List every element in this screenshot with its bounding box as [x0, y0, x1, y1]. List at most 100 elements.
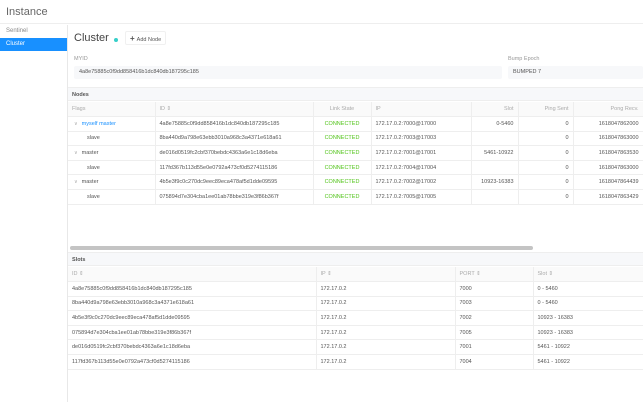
chevron-down-icon[interactable]: ∨: [74, 150, 78, 156]
status-dot-icon: [114, 38, 118, 42]
cell-pong-recv: 1618047863000: [573, 131, 643, 147]
cell-ip: 172.17.0.2: [316, 281, 456, 297]
sidebar-item-cluster[interactable]: Cluster: [0, 38, 67, 51]
cell-ip: 172.17.0.2:7001@17001: [371, 145, 472, 161]
nodes-section-title: Nodes: [68, 87, 643, 101]
cell-slot: [471, 160, 519, 176]
cell-slot: 10923-16383: [471, 174, 519, 191]
cell-port: 7003: [455, 296, 534, 312]
cell-id: 117fd367b113d55e0e0792a473cf0d5274115186: [155, 160, 314, 176]
cell-pong-recv: 1618047863429: [573, 189, 643, 205]
col-link-state: Link State: [313, 102, 372, 118]
myid-field[interactable]: 4a8e75885c0f9dd858416b1dc840db187295c185: [74, 66, 502, 79]
bump-epoch-button[interactable]: BUMPED 7: [508, 66, 643, 79]
cell-pong-recv: 1618047862000: [573, 116, 643, 132]
table-row[interactable]: slave 8ba440d9a798e63ebb3010a968c3a4371e…: [68, 131, 643, 147]
cell-ip: 172.17.0.2:7003@17003: [371, 131, 472, 147]
cell-ip: 172.17.0.2: [316, 354, 456, 370]
cell-slot: 0 - 5460: [533, 296, 643, 312]
col-pong-recv: Pong Recv.: [573, 102, 643, 118]
cell-id: 4a8e75885c0f9dd858416b1dc840db187295c185: [155, 116, 314, 132]
cell-flags: slave: [68, 160, 156, 176]
cell-slot: 0 - 5460: [533, 281, 643, 297]
col-flags: Flags: [68, 102, 156, 118]
cell-slot: 5461 - 10922: [533, 354, 643, 370]
cell-ip: 172.17.0.2: [316, 325, 456, 341]
table-row[interactable]: ∨ myself master 4a8e75885c0f9dd858416b1dc…: [68, 116, 643, 132]
cell-ping-sent: 0: [518, 131, 574, 147]
cell-port: 7005: [455, 325, 534, 341]
col-slot: Slot: [471, 102, 519, 118]
cell-ip: 172.17.0.2:7005@17005: [371, 189, 472, 205]
myid-label: MYID: [74, 56, 88, 62]
cell-link-state: CONNECTED: [313, 131, 372, 147]
cell-flags[interactable]: ∨ myself master: [68, 116, 156, 132]
sort-icon[interactable]: ⇕: [327, 271, 332, 277]
cell-slot: 5461-10922: [471, 145, 519, 161]
app-header: Instance: [0, 0, 643, 24]
cell-pong-recv: 1618047864439: [573, 174, 643, 191]
cell-port: 7001: [455, 339, 534, 356]
table-row: de016d0519fc2cbf370bebdc4363a6e1c18d6eba…: [68, 339, 643, 356]
table-row: 8ba440d9a798e63ebb3010a968c3a4371e618a61…: [68, 296, 643, 312]
cell-slot: [471, 131, 519, 147]
bump-epoch-label: Bump Epoch: [508, 56, 540, 62]
cell-link-state: CONNECTED: [313, 116, 372, 132]
table-row[interactable]: slave 075894d7e304cba1ee01ab78bbe319e3f8…: [68, 189, 643, 205]
cell-flags: slave: [68, 189, 156, 205]
page-title: Cluster: [74, 32, 109, 44]
sort-icon[interactable]: ⇕: [549, 271, 554, 277]
cell-id: de016d0519fc2cbf370bebdc4363a6e1c18d6eba: [155, 145, 314, 161]
col-id[interactable]: ID ⇕: [68, 267, 317, 283]
cell-id: 4b5e3f9c0c270dc9eec89eca478af5d1dde09595: [68, 310, 317, 326]
col-id[interactable]: ID ⇕: [155, 102, 314, 118]
table-row[interactable]: ∨ master 4b5e3f9c0c270dc9eec89eca478af5d1…: [68, 174, 643, 191]
cell-ping-sent: 0: [518, 116, 574, 132]
cell-ip: 172.17.0.2:7004@17004: [371, 160, 472, 176]
sidebar: Sentinel Cluster: [0, 25, 68, 402]
cell-flags[interactable]: ∨ master: [68, 174, 156, 191]
add-node-button[interactable]: + Add Node: [125, 31, 167, 45]
cell-pong-recv: 1618047863000: [573, 160, 643, 176]
sidebar-item-sentinel[interactable]: Sentinel: [0, 25, 67, 38]
cell-flags[interactable]: ∨ master: [68, 145, 156, 161]
cell-port: 7000: [455, 281, 534, 297]
cell-id: 075894d7e304cba1ee01ab78bbe319e3f86b367f: [68, 325, 317, 341]
col-ip: IP: [371, 102, 472, 118]
cell-port: 7002: [455, 310, 534, 326]
cell-ping-sent: 0: [518, 189, 574, 205]
chevron-down-icon[interactable]: ∨: [74, 121, 78, 127]
cell-slot: 10923 - 16383: [533, 310, 643, 326]
cell-link-state: CONNECTED: [313, 145, 372, 161]
cell-id: 4a8e75885c0f9dd858416b1dc840db187295c185: [68, 281, 317, 297]
cell-id: 117fd367b113d55e0e0792a473cf0d5274115186: [68, 354, 317, 370]
cell-id: 4b5e3f9c0c270dc9eec89eca478af5d1dde09595: [155, 174, 314, 191]
cell-ip: 172.17.0.2: [316, 296, 456, 312]
horizontal-scrollbar[interactable]: [70, 246, 533, 250]
sort-icon[interactable]: ⇕: [167, 106, 172, 112]
sort-icon[interactable]: ⇕: [476, 271, 481, 277]
col-port[interactable]: PORT ⇕: [455, 267, 534, 283]
table-row[interactable]: slave 117fd367b113d55e0e0792a473cf0d5274…: [68, 160, 643, 176]
table-row: 075894d7e304cba1ee01ab78bbe319e3f86b367f…: [68, 325, 643, 341]
cell-slot: 10923 - 16383: [533, 325, 643, 341]
cell-pong-recv: 1618047863530: [573, 145, 643, 161]
cell-ip: 172.17.0.2:7002@17002: [371, 174, 472, 191]
cell-port: 7004: [455, 354, 534, 370]
cell-slot: 0-5460: [471, 116, 519, 132]
cell-ping-sent: 0: [518, 160, 574, 176]
main-content: Cluster + Add Node MYID 4a8e75885c0f9dd85…: [68, 25, 643, 402]
cell-link-state: CONNECTED: [313, 174, 372, 191]
table-row: 4b5e3f9c0c270dc9eec89eca478af5d1dde09595…: [68, 310, 643, 326]
cell-ip: 172.17.0.2: [316, 339, 456, 356]
slots-table: ID ⇕ IP ⇕ PORT ⇕ Slot ⇕ 4a8e75885c0f9dd8…: [68, 267, 643, 370]
chevron-down-icon[interactable]: ∨: [74, 179, 78, 185]
col-ip[interactable]: IP ⇕: [316, 267, 456, 283]
col-slot[interactable]: Slot ⇕: [533, 267, 643, 283]
cell-link-state: CONNECTED: [313, 160, 372, 176]
app-title: Instance: [6, 6, 48, 18]
sort-icon[interactable]: ⇕: [79, 271, 84, 277]
table-row[interactable]: ∨ master de016d0519fc2cbf370bebdc4363a6e1…: [68, 145, 643, 161]
cell-ping-sent: 0: [518, 174, 574, 191]
slots-section-title: Slots: [68, 252, 643, 266]
